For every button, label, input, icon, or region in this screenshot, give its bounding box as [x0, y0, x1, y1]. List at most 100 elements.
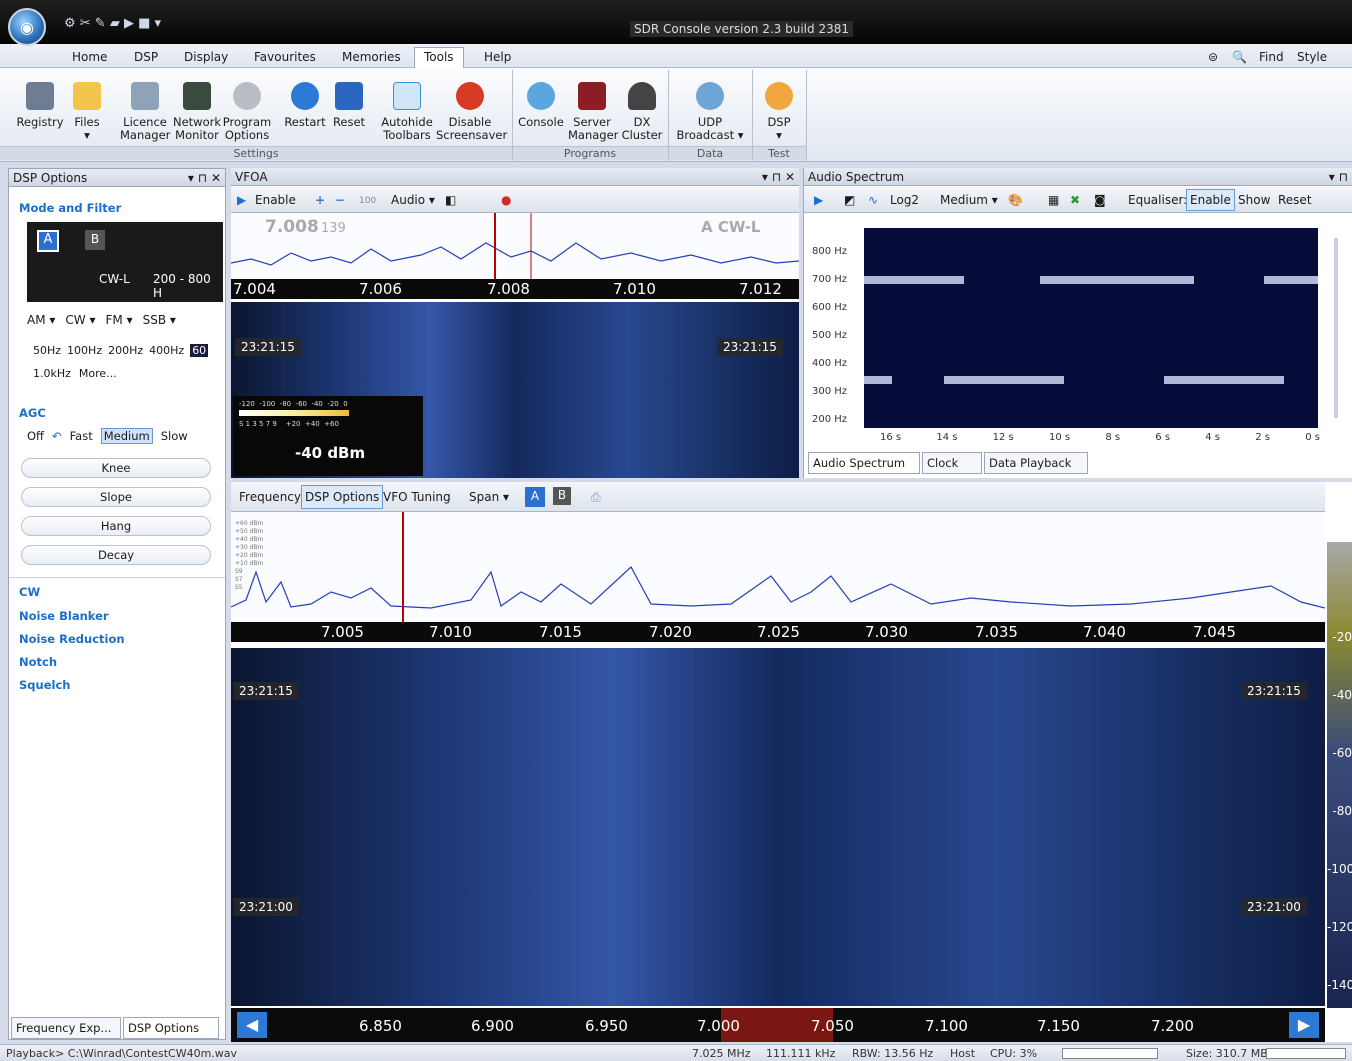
- agc-fast[interactable]: Fast: [70, 429, 93, 443]
- chart-icon[interactable]: ◩: [844, 193, 855, 207]
- scroll-left-icon[interactable]: ◀: [237, 1012, 267, 1038]
- equaliser-show-button[interactable]: Show: [1238, 193, 1270, 207]
- panel-controls[interactable]: ▾ ⊓ ✕: [188, 171, 221, 185]
- tab-clock[interactable]: Clock: [922, 452, 982, 474]
- record-icon[interactable]: ●: [501, 193, 511, 207]
- wave-icon[interactable]: ∿: [868, 193, 878, 207]
- cw-section[interactable]: CW: [19, 585, 40, 599]
- main-waterfall[interactable]: [231, 648, 1325, 1006]
- mode-filter-heading[interactable]: Mode and Filter: [19, 201, 121, 215]
- bw-1k[interactable]: 1.0kHz: [33, 367, 71, 380]
- bw-50[interactable]: 50Hz: [33, 344, 61, 357]
- camera-icon[interactable]: ◙: [1094, 193, 1106, 207]
- scroll-right-icon[interactable]: ▶: [1289, 1012, 1319, 1038]
- vfo-frequency[interactable]: 7.008: [265, 217, 319, 237]
- log2-button[interactable]: Log2: [890, 193, 919, 207]
- menu-help[interactable]: Help: [484, 50, 511, 64]
- files-button[interactable]: Files ▾: [68, 76, 106, 142]
- collapse-ribbon-icon[interactable]: ⊜: [1208, 50, 1218, 64]
- autohide-toolbars-button[interactable]: Autohide Toolbars: [378, 76, 436, 142]
- tab-vfo-tuning[interactable]: VFO Tuning: [383, 490, 451, 504]
- audio-spectrogram[interactable]: [864, 228, 1318, 428]
- console-button[interactable]: Console: [516, 76, 566, 129]
- undo-icon[interactable]: ↶: [52, 429, 62, 443]
- bw-100[interactable]: 100Hz: [67, 344, 102, 357]
- agc-off[interactable]: Off: [27, 429, 44, 443]
- reset-button[interactable]: Reset: [330, 76, 368, 129]
- print-icon[interactable]: ⎙: [591, 490, 601, 505]
- menu-home[interactable]: Home: [72, 50, 107, 64]
- notch-section[interactable]: Notch: [19, 655, 57, 669]
- palette-icon[interactable]: 🎨: [1008, 193, 1023, 207]
- noise-reduction-section[interactable]: Noise Reduction: [19, 632, 125, 646]
- search-icon[interactable]: 🔍: [1232, 50, 1247, 64]
- noise-blanker-section[interactable]: Noise Blanker: [19, 609, 109, 623]
- tab-frequency-explorer[interactable]: Frequency Exp...: [11, 1017, 121, 1039]
- enable-button[interactable]: Enable: [255, 193, 296, 207]
- agc-slow[interactable]: Slow: [161, 429, 188, 443]
- vfoa-spectrum[interactable]: 7.008 139 A CW-L: [230, 213, 800, 279]
- agc-heading[interactable]: AGC: [19, 406, 46, 420]
- hang-slider[interactable]: Hang: [21, 516, 211, 536]
- find-button[interactable]: Find: [1259, 50, 1284, 64]
- menu-dsp[interactable]: DSP: [134, 50, 158, 64]
- tab-dsp-options-main[interactable]: DSP Options: [301, 485, 384, 509]
- am-dropdown[interactable]: AM ▾: [27, 313, 55, 327]
- dx-cluster-button[interactable]: DX Cluster: [620, 76, 664, 142]
- fm-dropdown[interactable]: FM ▾: [106, 313, 133, 327]
- vfo-b-button[interactable]: B: [85, 230, 105, 250]
- level-scale[interactable]: -20 -40 -60 -80 -100 -120 -140: [1327, 542, 1352, 1008]
- main-spectrum[interactable]: +60 dBm +50 dBm +40 dBm +30 dBm +20 dBm +10 d…: [230, 512, 1326, 622]
- dsp-test-button[interactable]: DSP ▾: [756, 76, 802, 142]
- restart-button[interactable]: Restart: [282, 76, 328, 129]
- menu-display[interactable]: Display: [184, 50, 228, 64]
- equaliser-reset-button[interactable]: Reset: [1278, 193, 1312, 207]
- play-icon[interactable]: ▶: [814, 193, 823, 207]
- tools-icon[interactable]: ✖: [1070, 193, 1080, 207]
- speaker-icon[interactable]: ◧: [445, 193, 456, 207]
- play-icon[interactable]: ▶: [237, 193, 246, 207]
- tab-dsp-options[interactable]: DSP Options: [123, 1017, 219, 1039]
- server-manager-button[interactable]: Server Manager: [568, 76, 618, 142]
- band-scroller[interactable]: ◀ 6.850 6.900 6.950 7.000 7.050 7.100 7.…: [231, 1008, 1325, 1042]
- menu-memories[interactable]: Memories: [342, 50, 401, 64]
- tab-data-playback[interactable]: Data Playback: [984, 452, 1088, 474]
- squelch-section[interactable]: Squelch: [19, 678, 70, 692]
- plus-icon[interactable]: +: [315, 193, 325, 207]
- app-menu-orb[interactable]: ◉: [8, 8, 46, 46]
- ssb-dropdown[interactable]: SSB ▾: [143, 313, 176, 327]
- vfo-frequency-hz[interactable]: 139: [321, 221, 346, 236]
- udp-broadcast-button[interactable]: UDP Broadcast ▾: [674, 76, 746, 142]
- bw-400[interactable]: 400Hz: [149, 344, 184, 357]
- bw-more[interactable]: More...: [79, 367, 117, 380]
- knee-slider[interactable]: Knee: [21, 458, 211, 478]
- tab-audio-spectrum[interactable]: Audio Spectrum: [808, 452, 920, 474]
- audio-dropdown[interactable]: Audio ▾: [391, 193, 435, 207]
- tab-frequency[interactable]: Frequency: [239, 490, 301, 504]
- menu-tools[interactable]: Tools: [424, 50, 454, 64]
- equaliser-slider[interactable]: [1334, 238, 1338, 418]
- decay-slider[interactable]: Decay: [21, 545, 211, 565]
- quick-access-toolbar[interactable]: ⚙ ✂ ✎ ▰ ▶ ■ ▾: [64, 16, 161, 31]
- span-dropdown[interactable]: Span ▾: [469, 490, 509, 504]
- slope-slider[interactable]: Slope: [21, 487, 211, 507]
- panel-controls[interactable]: ▾ ⊓ ✕: [762, 170, 795, 184]
- agc-medium[interactable]: Medium: [100, 428, 153, 444]
- grid-icon[interactable]: ▦: [1048, 193, 1059, 207]
- network-monitor-button[interactable]: Network Monitor: [172, 76, 222, 142]
- program-options-button[interactable]: Program Options: [222, 76, 272, 142]
- menu-favourites[interactable]: Favourites: [254, 50, 316, 64]
- vfo-b-button[interactable]: B: [553, 487, 571, 505]
- vfo-a-button[interactable]: A: [525, 487, 545, 507]
- licence-manager-button[interactable]: Licence Manager: [120, 76, 170, 142]
- registry-button[interactable]: Registry: [14, 76, 66, 129]
- equaliser-enable-button[interactable]: Enable: [1186, 189, 1235, 211]
- style-button[interactable]: Style: [1297, 50, 1327, 64]
- disable-screensaver-button[interactable]: Disable Screensaver: [436, 76, 507, 142]
- bw-600[interactable]: 60: [190, 344, 209, 357]
- vfo-a-button[interactable]: A: [37, 230, 59, 252]
- minus-icon[interactable]: −: [335, 193, 345, 207]
- medium-dropdown[interactable]: Medium ▾: [940, 193, 998, 207]
- bw-200[interactable]: 200Hz: [108, 344, 143, 357]
- panel-controls[interactable]: ▾ ⊓: [1329, 170, 1348, 184]
